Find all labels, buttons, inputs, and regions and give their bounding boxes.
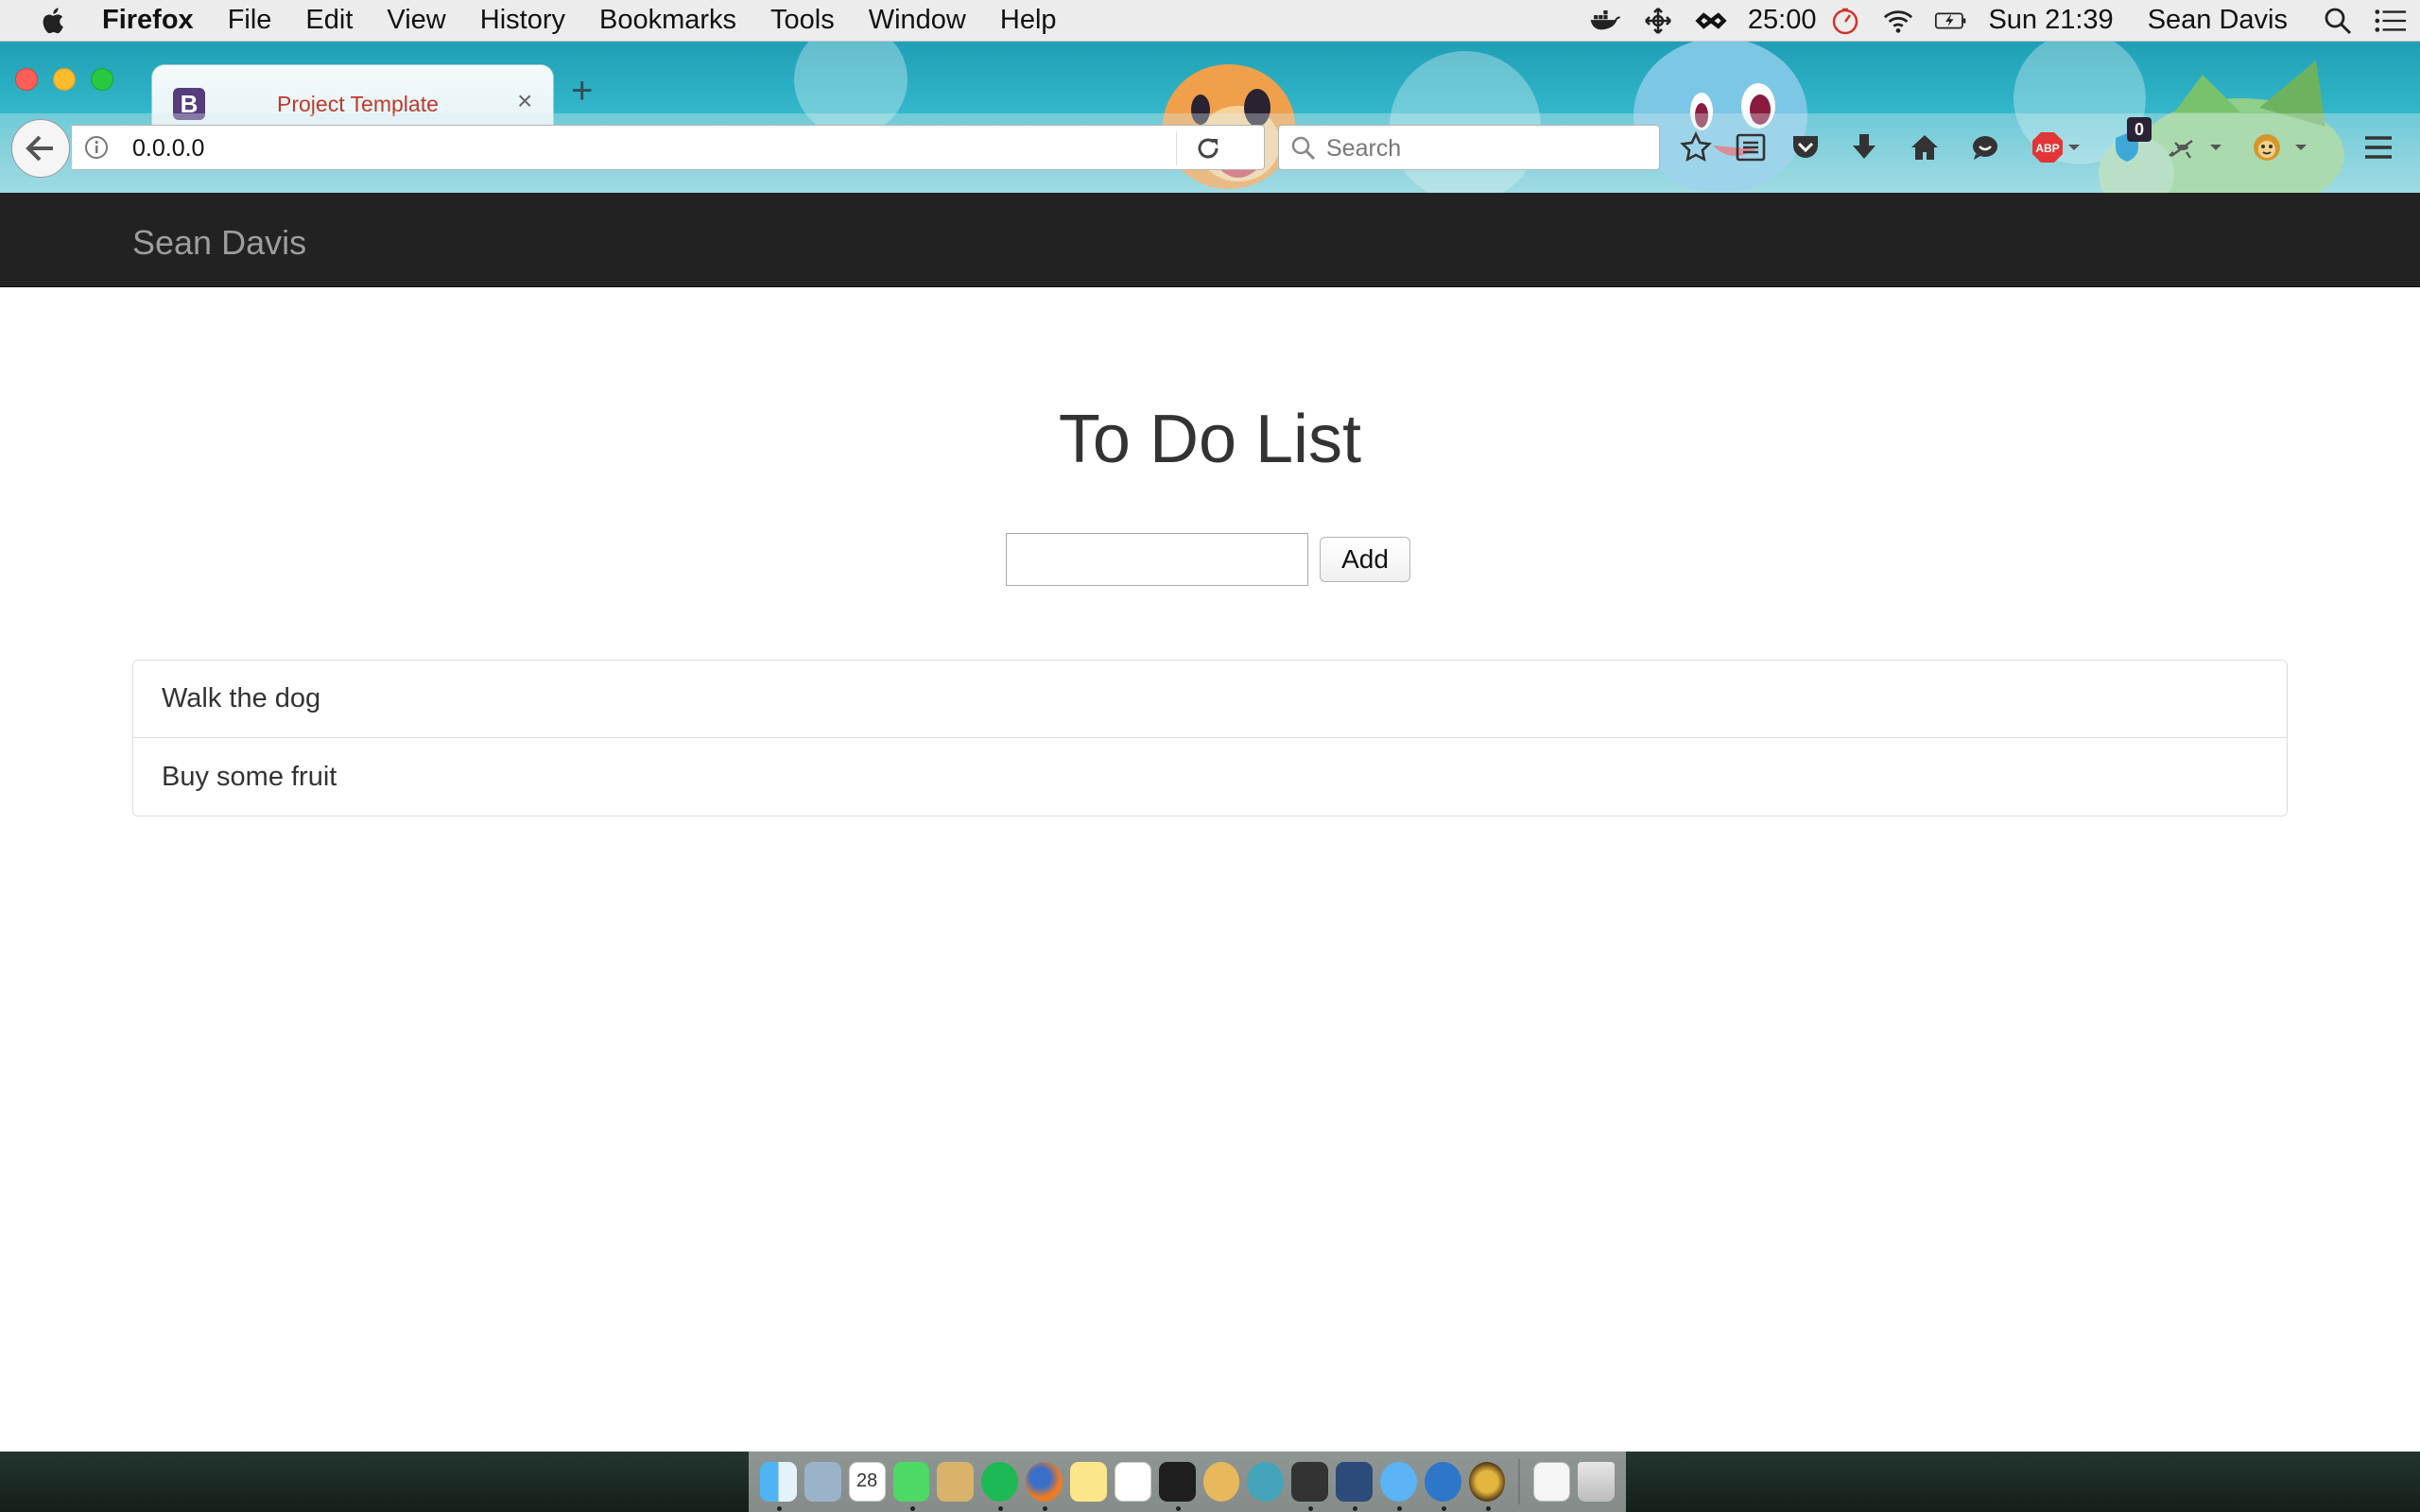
preview-icon[interactable]: [937, 1461, 975, 1502]
wifi-icon[interactable]: [1882, 7, 1914, 35]
dock: 28: [749, 1450, 1626, 1512]
search-input[interactable]: [1326, 131, 1648, 165]
infinity-icon[interactable]: [1695, 7, 1727, 35]
extension-dropdown-icon[interactable]: [2206, 130, 2225, 164]
clock-readout[interactable]: Sun 21:39: [1988, 5, 2113, 36]
menu-edit[interactable]: Edit: [305, 5, 353, 36]
add-button[interactable]: Add: [1320, 537, 1410, 582]
todo-item[interactable]: Buy some fruit: [133, 738, 2287, 816]
tomato-timer-icon[interactable]: [1829, 7, 1861, 35]
messages-icon[interactable]: [1379, 1461, 1417, 1511]
greasemonkey-dropdown-icon[interactable]: [2291, 130, 2310, 164]
menu-history[interactable]: History: [480, 5, 565, 36]
adblock-dropdown-icon[interactable]: [2065, 130, 2083, 164]
window-zoom-button[interactable]: [91, 68, 113, 91]
menu-app-firefox[interactable]: Firefox: [102, 5, 194, 36]
tab-close-icon[interactable]: ×: [517, 86, 532, 116]
app-grid-icon[interactable]: [1114, 1461, 1151, 1502]
urlbar-separator: [1176, 131, 1177, 165]
window-close-button[interactable]: [15, 68, 38, 91]
site-brand[interactable]: Sean Davis: [132, 223, 306, 263]
menubar-user-name[interactable]: Sean Davis: [2148, 5, 2288, 36]
page-title: To Do List: [1058, 402, 1362, 477]
greasemonkey-icon[interactable]: [2250, 130, 2284, 164]
spotlight-search-icon[interactable]: [2322, 7, 2354, 35]
back-arrow-icon: [26, 135, 53, 162]
move-arrows-icon[interactable]: [1642, 7, 1674, 35]
kite-icon[interactable]: [1424, 1461, 1461, 1511]
dock-separator: [1518, 1458, 1521, 1504]
window-minimize-button[interactable]: [53, 68, 76, 91]
visual-studio-code-icon[interactable]: [1336, 1461, 1373, 1511]
docker-icon[interactable]: [1589, 7, 1621, 35]
notes-icon[interactable]: [1069, 1461, 1107, 1502]
spotify-icon[interactable]: [981, 1461, 1019, 1511]
world-of-warcraft-icon[interactable]: [1468, 1461, 1506, 1511]
notification-center-icon[interactable]: [2375, 7, 2407, 35]
bookmarks-list-icon[interactable]: [1734, 130, 1768, 164]
menu-help[interactable]: Help: [1000, 5, 1057, 36]
menu-tools[interactable]: Tools: [770, 5, 835, 36]
battery-charging-icon[interactable]: [1935, 7, 1967, 35]
atom-icon[interactable]: [1247, 1461, 1285, 1502]
documents-stack-icon[interactable]: [1533, 1461, 1571, 1502]
web-page: Sean Davis To Do List Add Walk the dog B…: [0, 193, 2420, 1452]
launchpad-icon[interactable]: [804, 1461, 841, 1502]
trash-icon[interactable]: [1578, 1461, 1616, 1502]
search-bar[interactable]: [1278, 125, 1660, 170]
search-icon: [1291, 136, 1316, 161]
info-icon[interactable]: [83, 134, 110, 161]
adblock-plus-icon[interactable]: ABP: [2031, 130, 2065, 164]
hello-chat-icon[interactable]: [1968, 130, 2002, 164]
menu-view[interactable]: View: [387, 5, 445, 36]
bookmark-star-icon[interactable]: [1679, 130, 1713, 164]
menu-file[interactable]: File: [228, 5, 272, 36]
url-bar[interactable]: 0.0.0.0: [72, 125, 1265, 170]
mosquito-extension-icon[interactable]: [2165, 130, 2199, 164]
todo-item[interactable]: Walk the dog: [133, 661, 2287, 738]
pancake-app-icon[interactable]: [1202, 1461, 1240, 1502]
notification-badge: 0: [2127, 117, 2152, 142]
site-navbar: Sean Davis: [0, 193, 2420, 287]
reload-icon[interactable]: [1193, 133, 1223, 163]
pocket-icon[interactable]: [1789, 130, 1823, 164]
finder-icon[interactable]: [760, 1461, 797, 1511]
facetime-icon[interactable]: [892, 1461, 930, 1511]
apple-icon[interactable]: [38, 5, 70, 37]
adblock-label: ABP: [2035, 142, 2059, 155]
browser-chrome: B Project Template × + 0.0.0.0 Search AB…: [0, 42, 2420, 193]
todo-input[interactable]: [1006, 533, 1308, 586]
todo-list: Walk the dog Buy some fruit: [132, 660, 2288, 816]
timer-readout[interactable]: 25:00: [1748, 5, 1817, 36]
menu-bookmarks[interactable]: Bookmarks: [599, 5, 736, 36]
menubar-status-area: 25:00 Sun 21:39 Sean Davis: [1589, 0, 2420, 42]
console-icon[interactable]: [1291, 1461, 1329, 1511]
calendar-icon[interactable]: 28: [848, 1461, 886, 1502]
navigation-toolbar: 0.0.0.0 ABP: [0, 113, 2420, 193]
downloads-icon[interactable]: [1847, 130, 1881, 164]
macos-menu-bar: Firefox File Edit View History Bookmarks…: [0, 0, 2420, 42]
terminal-icon[interactable]: [1158, 1461, 1196, 1511]
hamburger-menu-icon[interactable]: [2361, 130, 2395, 164]
calendar-day: 28: [856, 1470, 878, 1491]
url-text[interactable]: 0.0.0.0: [132, 135, 204, 163]
home-icon[interactable]: [1908, 130, 1942, 164]
back-button[interactable]: [11, 119, 70, 178]
menu-window[interactable]: Window: [869, 5, 966, 36]
firefox-icon[interactable]: [1026, 1461, 1063, 1511]
new-tab-button[interactable]: +: [571, 70, 593, 112]
